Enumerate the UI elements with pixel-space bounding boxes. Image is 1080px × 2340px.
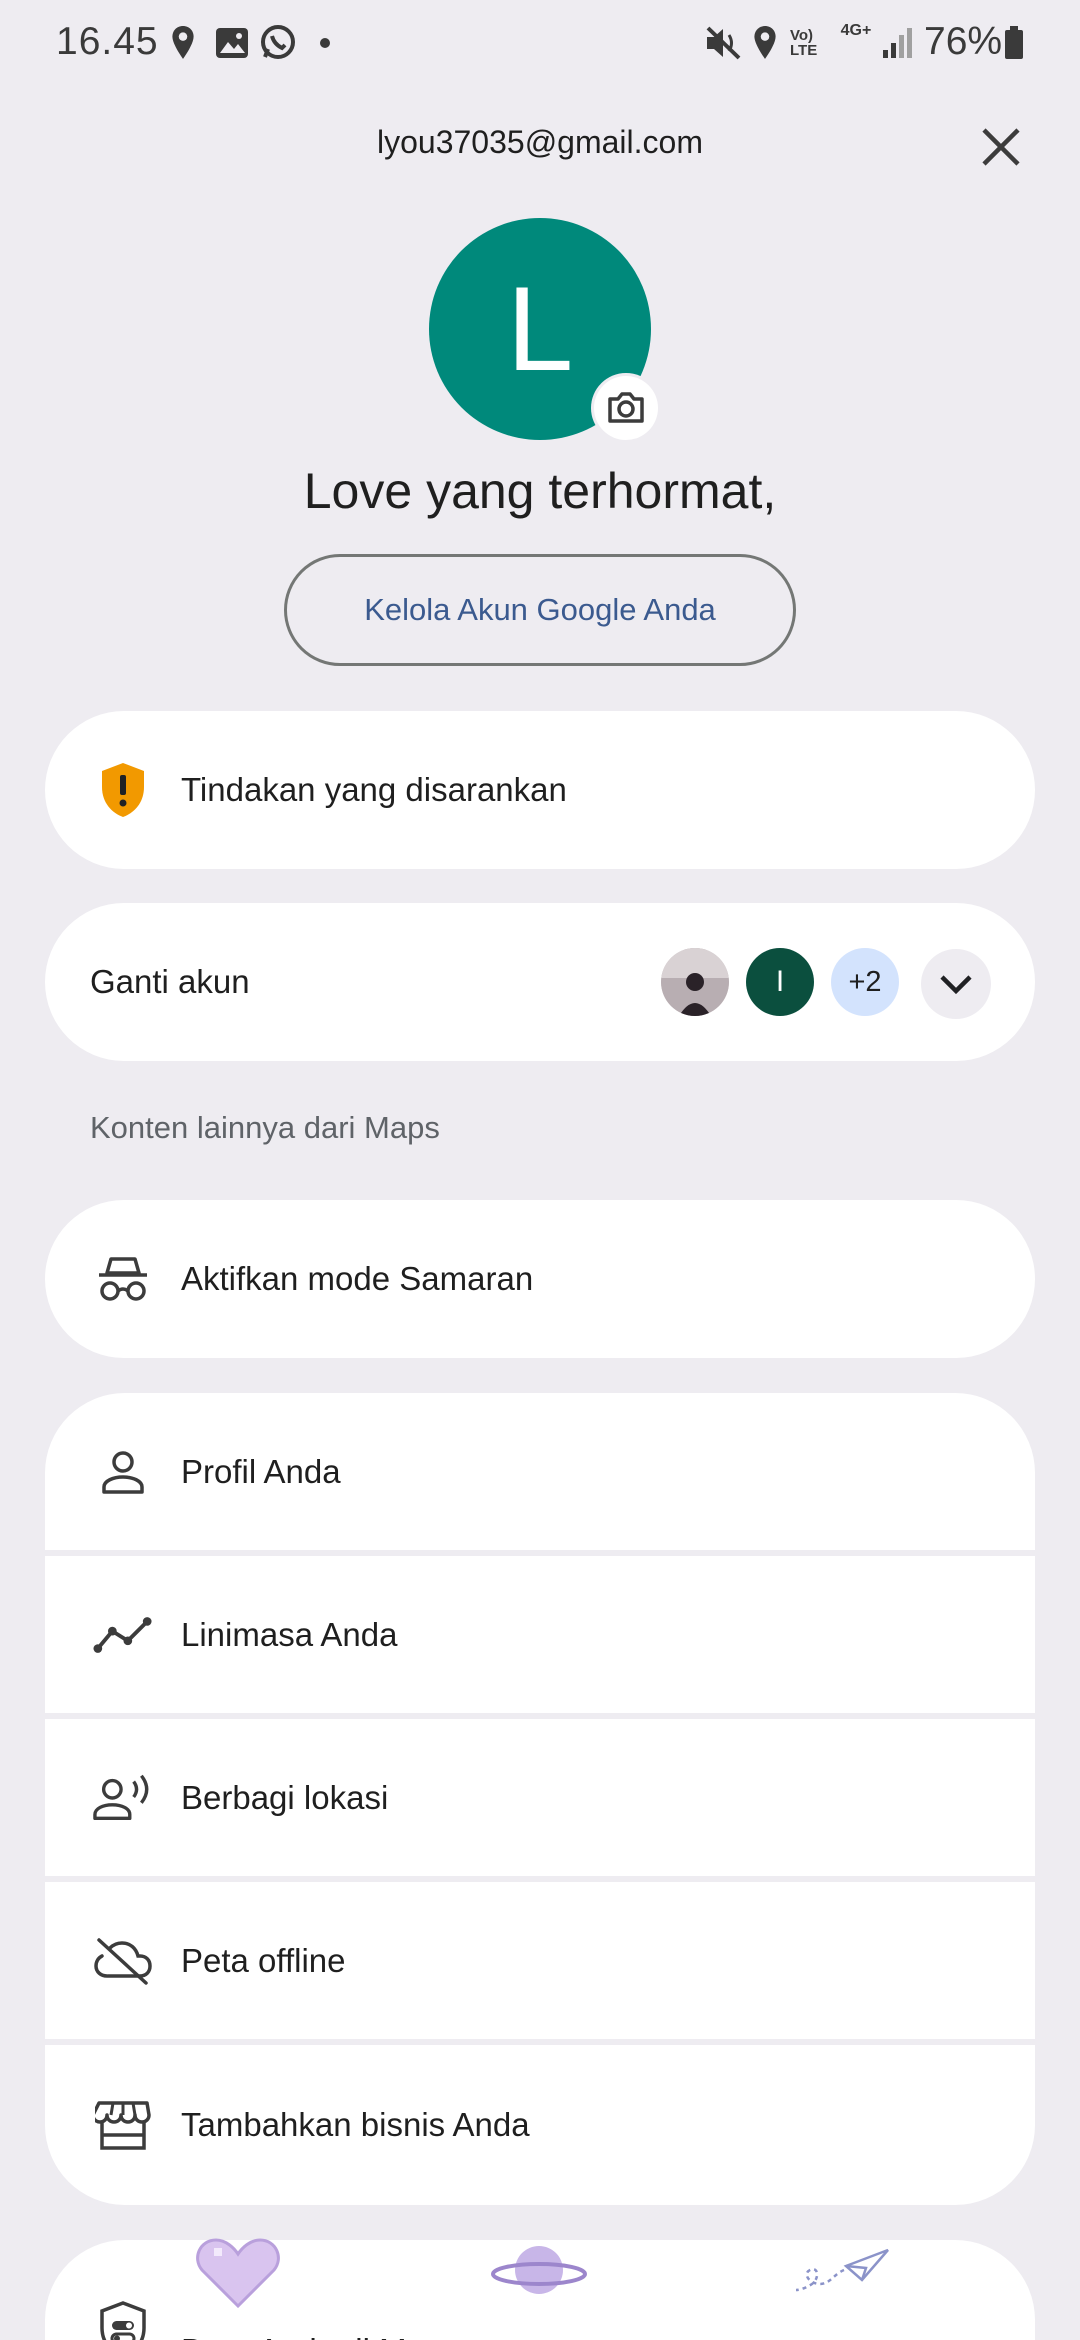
maps-data-label: Data Anda di Maps	[181, 2332, 460, 2340]
paper-plane-sticker-icon	[795, 2246, 890, 2307]
menu-item-offline-maps[interactable]: Peta offline	[45, 1882, 1035, 2039]
close-button[interactable]	[972, 118, 1030, 176]
storefront-icon	[93, 2095, 153, 2155]
menu-item-profile[interactable]: Profil Anda	[45, 1393, 1035, 1550]
switch-account-card[interactable]: Ganti akun I +2	[45, 903, 1035, 1061]
manage-account-button[interactable]: Kelola Akun Google Anda	[284, 554, 796, 666]
battery-icon	[1003, 22, 1025, 64]
menu-item-label: Profil Anda	[181, 1452, 341, 1490]
heart-sticker-icon	[196, 2238, 280, 2313]
menu-item-label: Peta offline	[181, 1941, 346, 1979]
switch-account-label: Ganti akun	[90, 963, 250, 1000]
expand-accounts-button[interactable]	[921, 949, 991, 1019]
status-time: 16.45	[56, 20, 159, 63]
location-icon	[168, 22, 198, 64]
gallery-icon	[214, 22, 250, 64]
4g-icon: 4G+	[840, 22, 872, 39]
chevron-down-icon	[940, 975, 972, 995]
menu-item-location-sharing[interactable]: Berbagi lokasi	[45, 1719, 1035, 1876]
whatsapp-icon	[258, 22, 298, 64]
shield-alert-icon	[93, 760, 153, 820]
menu-item-timeline[interactable]: Linimasa Anda	[45, 1556, 1035, 1713]
battery-percent: 76%	[924, 20, 1003, 63]
incognito-icon	[93, 1249, 153, 1309]
greeting-text: Love yang terhormat,	[303, 463, 777, 519]
timeline-icon	[93, 1605, 153, 1665]
status-bar: 16.45 Vo) LTE 4G+ 76%	[0, 0, 1080, 86]
maps-menu-list: Profil Anda Linimasa Anda Berbagi lokasi…	[45, 1393, 1035, 2205]
menu-item-add-business[interactable]: Tambahkan bisnis Anda	[45, 2045, 1035, 2205]
account-email: lyou37035@gmail.com	[377, 124, 703, 160]
incognito-label: Aktifkan mode Samaran	[181, 1260, 534, 1297]
account-letter-avatar[interactable]: I	[746, 948, 814, 1016]
location-sharing-icon	[93, 1768, 153, 1828]
person-icon	[93, 1442, 153, 1502]
camera-icon[interactable]	[594, 376, 658, 440]
close-icon	[982, 128, 1020, 166]
mute-icon	[704, 22, 744, 64]
more-accounts-badge[interactable]: +2	[831, 948, 899, 1016]
planet-sticker-icon	[490, 2240, 588, 2305]
section-label: Konten lainnya dari Maps	[90, 1110, 440, 1145]
menu-item-label: Tambahkan bisnis Anda	[181, 2106, 530, 2143]
menu-item-label: Linimasa Anda	[181, 1615, 398, 1653]
volte-icon: Vo) LTE	[790, 27, 818, 59]
dot-icon	[318, 22, 332, 64]
incognito-card[interactable]: Aktifkan mode Samaran	[45, 1200, 1035, 1358]
account-photo-avatar[interactable]	[661, 948, 729, 1016]
signal-icon	[880, 22, 914, 64]
privacy-shield-icon	[93, 2300, 153, 2340]
recommended-action-card[interactable]: Tindakan yang disarankan	[45, 711, 1035, 869]
menu-item-label: Berbagi lokasi	[181, 1778, 389, 1816]
cloud-off-icon	[93, 1931, 153, 1991]
location-icon	[750, 22, 780, 64]
recommended-action-label: Tindakan yang disarankan	[181, 771, 567, 808]
account-menu-screen: 16.45 Vo) LTE 4G+ 76% lyou37035@gmail.co…	[0, 0, 1080, 2340]
